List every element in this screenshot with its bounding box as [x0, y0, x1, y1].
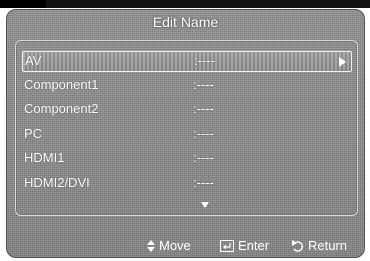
list-item-label: AV	[25, 53, 42, 68]
list-item-component2[interactable]: Component2 :----	[22, 100, 350, 119]
dialog-title: Edit Name	[152, 14, 219, 30]
return-arrow-icon	[292, 239, 303, 252]
move-label: Move	[159, 238, 191, 253]
list-item-value: :----	[194, 53, 215, 68]
list-item-component1[interactable]: Component1 :----	[22, 76, 350, 95]
list-item-label: HDMI2/DVI	[24, 175, 90, 190]
list-item-label: HDMI1	[24, 150, 65, 165]
list-item-label: PC	[24, 126, 43, 141]
list-item-value: :----	[193, 77, 214, 92]
list-item-av[interactable]: AV :----	[22, 51, 352, 72]
edit-name-dialog: Edit Name AV :---- Component1 :---- Comp…	[6, 9, 365, 258]
enter-label: Enter	[238, 238, 270, 253]
return-hint: Return	[291, 238, 347, 253]
list-item-value: :----	[193, 150, 214, 165]
list-item-hdmi2-dvi[interactable]: HDMI2/DVI :----	[22, 174, 350, 193]
list-item-pc[interactable]: PC :----	[22, 125, 350, 144]
move-hint: Move	[147, 238, 191, 253]
footer-hints: Move Enter Return	[7, 235, 364, 257]
scroll-down-icon[interactable]	[201, 202, 209, 208]
list-item-value: :----	[193, 126, 214, 141]
top-strip-notch	[0, 0, 46, 8]
list-item-hdmi1[interactable]: HDMI1 :----	[22, 149, 350, 168]
list-item-label: Component1	[24, 77, 99, 92]
top-strip	[0, 0, 370, 8]
triangle-right-icon	[339, 57, 346, 67]
source-list: AV :---- Component1 :---- Component2 :--…	[15, 40, 358, 216]
return-label: Return	[308, 238, 348, 253]
up-down-arrows-icon	[147, 239, 155, 252]
list-item-label: Component2	[24, 101, 99, 116]
list-item-value: :----	[193, 175, 214, 190]
list-item-value: :----	[193, 101, 214, 116]
enter-key-icon	[220, 239, 234, 252]
enter-hint: Enter	[220, 238, 269, 253]
